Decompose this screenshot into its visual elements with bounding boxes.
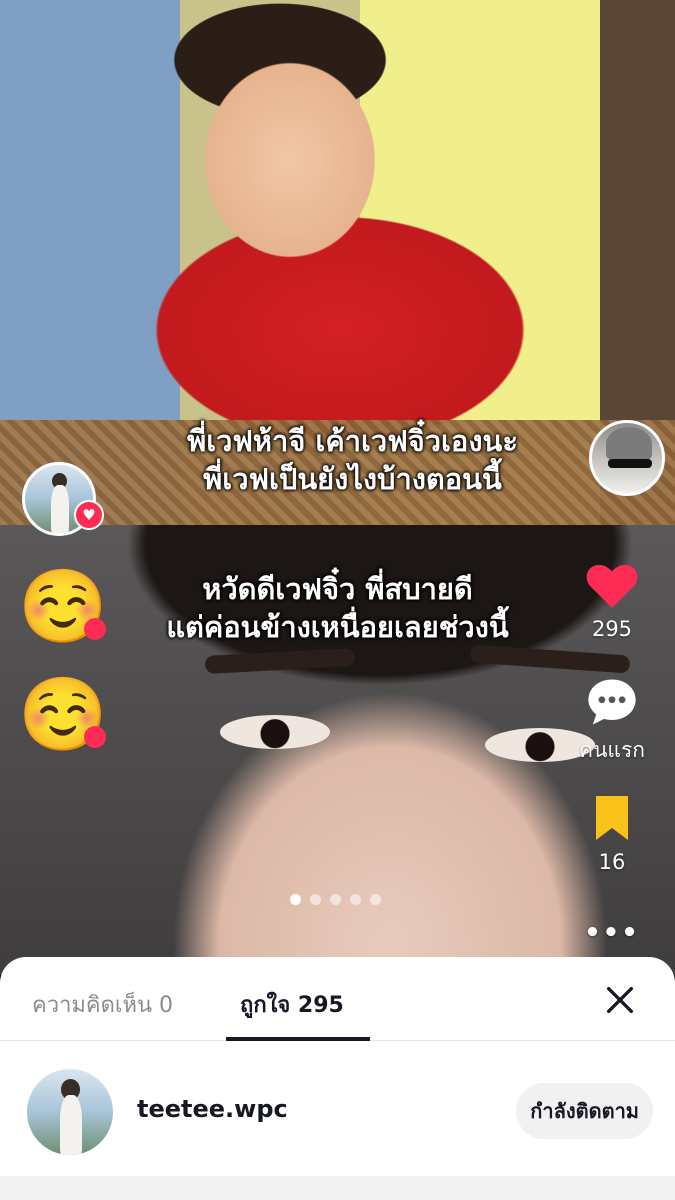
avatar-figure <box>59 1094 83 1155</box>
heart-icon <box>582 555 642 615</box>
like-button[interactable]: 295 <box>557 555 667 641</box>
comment-button[interactable]: คนแรก <box>557 672 667 767</box>
carousel-dot[interactable] <box>350 894 361 905</box>
like-count: 295 <box>591 617 633 641</box>
liker-row[interactable]: teetee.wpc กำลังติดตาม <box>0 1067 675 1157</box>
reaction-dot <box>84 726 106 748</box>
viewer-avatar-hat <box>606 427 652 461</box>
avatar-figure <box>50 485 69 533</box>
more-options-icon[interactable]: ••• <box>557 918 667 948</box>
viewer-avatar-glasses <box>608 459 652 468</box>
save-count: 16 <box>598 850 626 874</box>
carousel-indicator <box>290 894 381 905</box>
carousel-dot[interactable] <box>370 894 381 905</box>
caption-top-line2: พี่เวฟเป็นยังไงบ้างตอนนี้ <box>203 462 502 496</box>
likes-sheet: ความคิดเห็น 0 ถูกใจ 295 teetee.wpc กำลัง… <box>0 957 675 1200</box>
active-tab-indicator <box>226 1037 370 1041</box>
comment-label: คนแรก <box>579 738 645 762</box>
reaction-dot <box>84 618 106 640</box>
carousel-dot[interactable] <box>290 894 301 905</box>
tab-comments[interactable]: ความคิดเห็น 0 <box>32 987 173 1022</box>
viewer-avatar[interactable] <box>589 420 665 496</box>
close-icon[interactable] <box>603 983 637 1017</box>
sheet-tabs: ความคิดเห็น 0 ถูกใจ 295 <box>0 957 675 1041</box>
author-like-badge-icon: ♥ <box>74 500 104 530</box>
liker-username[interactable]: teetee.wpc <box>137 1095 288 1123</box>
carousel-dot[interactable] <box>310 894 321 905</box>
photo-eye-left <box>220 715 330 749</box>
tab-likes[interactable]: ถูกใจ 295 <box>240 987 344 1022</box>
caption-top-line1: พี่เวฟห้าจี เค้าเวฟจิ๋วเองนะ <box>187 424 518 458</box>
following-button[interactable]: กำลังติดตาม <box>516 1083 653 1139</box>
sheet-footer <box>0 1176 675 1200</box>
bookmark-icon <box>582 788 642 848</box>
reaction-emoji[interactable]: ☺️ <box>18 670 108 758</box>
comment-bubble-icon <box>582 672 642 732</box>
reaction-emoji[interactable]: ☺️ <box>18 562 108 650</box>
carousel-dot[interactable] <box>330 894 341 905</box>
save-button[interactable]: 16 <box>557 788 667 874</box>
liker-avatar[interactable] <box>27 1069 113 1155</box>
caption-top: พี่เวฟห้าจี เค้าเวฟจิ๋วเองนะ พี่เวฟเป็นย… <box>15 422 675 498</box>
